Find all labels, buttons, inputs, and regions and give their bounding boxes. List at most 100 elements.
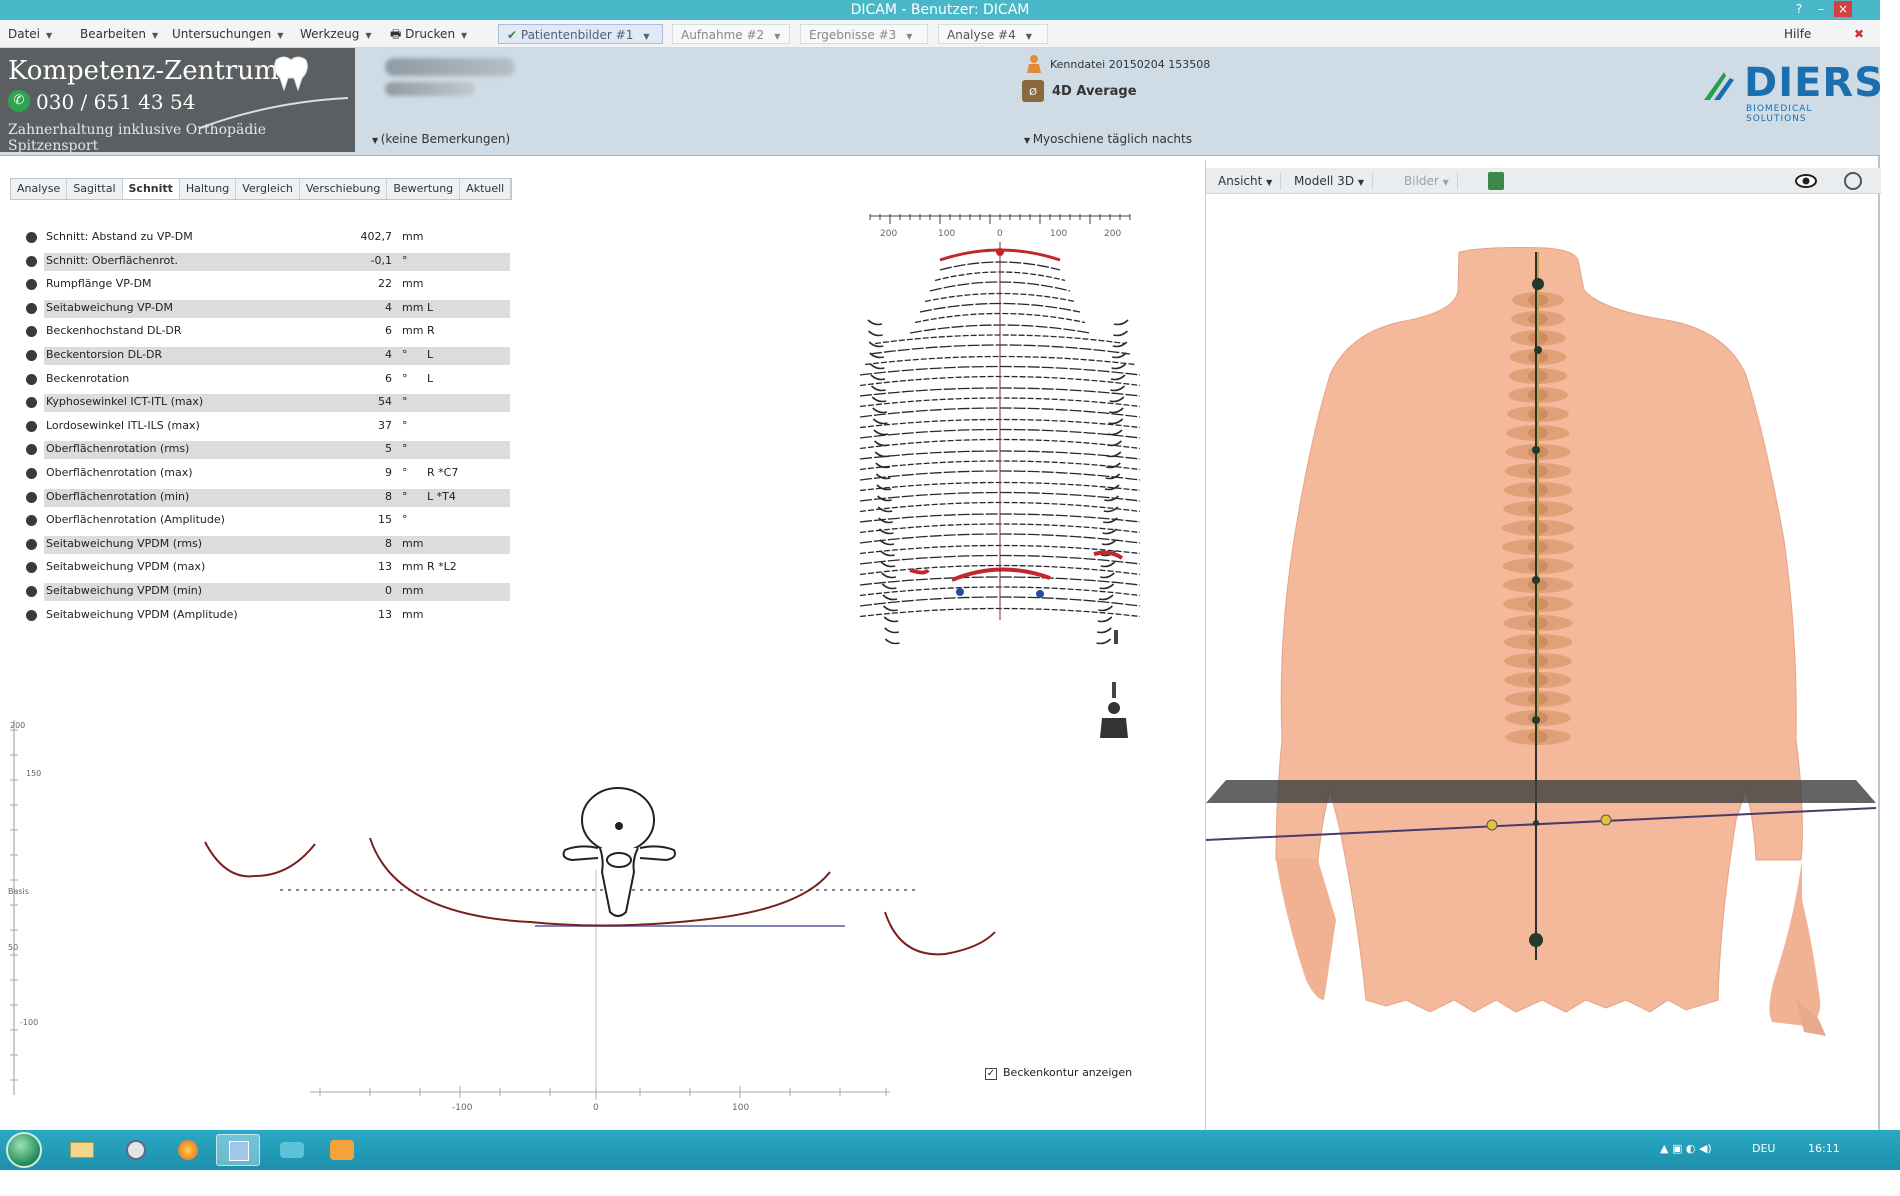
model-3d-pane: Ansicht ▼ Modell 3D ▼ Bilder ▼ xyxy=(1205,160,1881,1130)
parameter-row[interactable]: Seitabweichung VPDM (max) 13 mm R *L2 xyxy=(22,556,492,580)
vertebra-prominens-marker xyxy=(996,248,1004,256)
subtab-vergleich[interactable]: Vergleich xyxy=(236,179,300,199)
subtab-aktuell[interactable]: Aktuell xyxy=(460,179,512,199)
tab-patientenbilder[interactable]: ✔ Patientenbilder #1 ▼ xyxy=(498,24,663,44)
tray-language[interactable]: DEU xyxy=(1752,1142,1775,1155)
minimize-button[interactable]: – xyxy=(1812,1,1830,17)
view-dropdown[interactable]: Ansicht ▼ xyxy=(1210,172,1282,190)
menu-drucken[interactable]: 🖶 Drucken ▼ xyxy=(386,25,471,43)
bullet-icon xyxy=(26,420,37,432)
parameter-value: 0 xyxy=(385,583,392,597)
model-label: Modell 3D xyxy=(1294,174,1355,188)
parameter-extra: R xyxy=(427,324,435,338)
parameter-row[interactable]: Beckentorsion DL-DR 4 ° L xyxy=(22,344,510,368)
parameter-value: 9 xyxy=(385,465,392,479)
bullet-icon xyxy=(26,373,37,385)
taskbar-tool-icon[interactable] xyxy=(270,1134,314,1166)
record-date: Kenndatei 20150204 153508 xyxy=(1050,58,1211,71)
parameter-row[interactable]: Oberflächenrotation (max) 9 ° R *C7 xyxy=(22,462,492,486)
reset-view-icon[interactable] xyxy=(1842,171,1864,191)
parameter-row[interactable]: Oberflächenrotation (rms) 5 ° xyxy=(22,438,510,462)
parameter-row[interactable]: Rumpflänge VP-DM 22 mm xyxy=(22,273,492,297)
parameter-row[interactable]: Oberflächenrotation (min) 8 ° L *T4 xyxy=(22,486,510,510)
menu-untersuchungen[interactable]: Untersuchungen ▼ xyxy=(168,25,287,43)
parameter-label: Oberflächenrotation (Amplitude) xyxy=(46,513,225,527)
bullet-icon xyxy=(26,562,37,574)
subtab-verschiebung[interactable]: Verschiebung xyxy=(300,179,388,199)
parameter-row[interactable]: Seitabweichung VPDM (min) 0 mm xyxy=(22,580,510,604)
posture-dropdown[interactable]: ▼ Myoschiene täglich nachts xyxy=(1024,132,1192,146)
subtab-analyse[interactable]: Analyse xyxy=(11,179,68,199)
pelvis-marker-center xyxy=(951,567,1051,582)
tab-aufnahme[interactable]: Aufnahme #2 ▼ xyxy=(672,24,790,44)
remarks-text: (keine Bemerkungen) xyxy=(380,132,511,146)
start-button[interactable] xyxy=(6,1132,42,1168)
help-icon[interactable]: ? xyxy=(1790,1,1808,17)
subtab-schnitt[interactable]: Schnitt xyxy=(122,179,180,199)
parameter-label: Beckenhochstand DL-DR xyxy=(46,324,182,338)
parameter-unit: mm xyxy=(402,536,424,550)
subtab-haltung[interactable]: Haltung xyxy=(180,179,237,199)
bottom-margin xyxy=(0,1170,1900,1196)
close-doc-icon[interactable]: ✖ xyxy=(1850,25,1868,43)
parameter-extra: L xyxy=(427,371,434,385)
parameter-extra: R *C7 xyxy=(427,465,459,479)
tray-clock[interactable]: 16:11 xyxy=(1808,1142,1840,1155)
taskbar-paint-icon[interactable] xyxy=(320,1134,364,1166)
logo-subtitle: Zahnerhaltung inklusive Orthopädie Spitz… xyxy=(8,122,267,154)
taskbar-explorer-icon[interactable] xyxy=(60,1134,104,1166)
bullet-icon xyxy=(26,538,37,550)
y-tick-label: 150 xyxy=(26,769,41,778)
subtab-bewertung[interactable]: Bewertung xyxy=(387,179,461,199)
menu-datei[interactable]: Datei ▼ xyxy=(4,25,56,43)
tab-ergebnisse[interactable]: Ergebnisse #3 ▼ xyxy=(800,24,928,44)
tray-icons[interactable]: ▲ ▣ ◐ ◀) xyxy=(1660,1142,1712,1155)
parameter-value: 402,7 xyxy=(360,230,393,243)
parameter-row[interactable]: Beckenrotation 6 ° L xyxy=(22,368,492,392)
remarks-dropdown[interactable]: ▼ (keine Bemerkungen) xyxy=(372,132,510,146)
parameter-row[interactable]: Schnitt: Oberflächenrot. -0,1 ° xyxy=(22,250,510,274)
pelvis-contour-checkbox[interactable]: ✓ Beckenkontur anzeigen xyxy=(985,1066,1132,1080)
taskbar-media-icon[interactable] xyxy=(114,1134,158,1166)
body-figure-icon[interactable] xyxy=(1098,682,1138,738)
menu-bearbeiten[interactable]: Bearbeiten ▼ xyxy=(76,25,162,43)
model-3d-viewport[interactable] xyxy=(1206,200,1881,1130)
parameter-unit: ° xyxy=(402,489,408,503)
parameter-label: Beckentorsion DL-DR xyxy=(46,347,163,361)
subtab-sagittal[interactable]: Sagittal xyxy=(67,179,123,199)
parameter-row[interactable]: Seitabweichung VPDM (Amplitude) 13 mm xyxy=(22,604,492,628)
parameter-label: Seitabweichung VPDM (min) xyxy=(46,583,203,597)
model-dropdown[interactable]: Modell 3D ▼ xyxy=(1286,172,1374,190)
svg-text:Ø: Ø xyxy=(1029,86,1037,98)
parameter-row[interactable]: Schnitt: Abstand zu VP-DM 402,7 mm xyxy=(22,226,492,250)
posture-text: Myoschiene täglich nachts xyxy=(1032,132,1192,146)
images-dropdown[interactable]: Bilder ▼ xyxy=(1396,172,1458,190)
spine-point xyxy=(1532,576,1540,584)
export-icon[interactable] xyxy=(1488,172,1504,190)
menu-hilfe[interactable]: Hilfe xyxy=(1780,25,1815,43)
y-tick-label: Basis xyxy=(8,887,29,896)
parameter-label: Oberflächenrotation (rms) xyxy=(46,442,190,456)
taskbar-firefox-icon[interactable] xyxy=(166,1134,210,1166)
parameter-row[interactable]: Beckenhochstand DL-DR 6 mm R xyxy=(22,320,492,344)
tab-analyse[interactable]: Analyse #4 ▼ xyxy=(938,24,1048,44)
mode-label: 4D Average xyxy=(1052,84,1137,99)
spine-point xyxy=(1532,446,1540,454)
taskbar-dicam-icon[interactable] xyxy=(216,1134,260,1166)
contour-scale-label: 0 xyxy=(997,229,1003,239)
parameter-row[interactable]: Kyphosewinkel ICT-ITL (max) 54 ° xyxy=(22,391,510,415)
vp-marker xyxy=(1532,278,1544,290)
axis-center-point xyxy=(1533,820,1539,826)
parameter-row[interactable]: Seitabweichung VPDM (rms) 8 mm xyxy=(22,533,510,557)
average-icon: Ø xyxy=(1022,80,1044,102)
checkbox-checked-icon[interactable]: ✓ xyxy=(985,1068,997,1080)
chevron-down-icon: ▼ xyxy=(906,32,913,41)
parameter-row[interactable]: Seitabweichung VP-DM 4 mm L xyxy=(22,297,510,321)
parameter-row[interactable]: Oberflächenrotation (Amplitude) 15 ° xyxy=(22,509,492,533)
close-button[interactable]: × xyxy=(1834,1,1852,17)
window-title: DICAM - Benutzer: DICAM xyxy=(850,2,1030,18)
eye-icon[interactable] xyxy=(1794,172,1818,190)
tooth-icon xyxy=(274,56,308,92)
parameter-row[interactable]: Lordosewinkel ITL-ILS (max) 37 ° xyxy=(22,415,492,439)
menu-werkzeug[interactable]: Werkzeug ▼ xyxy=(296,25,376,43)
